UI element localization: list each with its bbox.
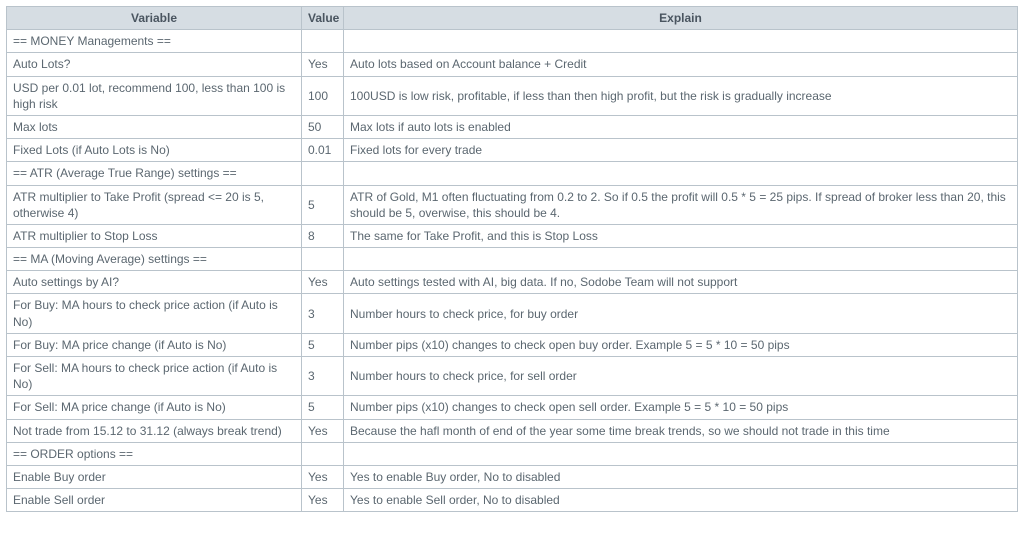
cell-value: Yes (302, 271, 344, 294)
cell-variable: Auto settings by AI? (7, 271, 302, 294)
cell-variable: Auto Lots? (7, 53, 302, 76)
cell-variable: == ATR (Average True Range) settings == (7, 162, 302, 185)
table-row: USD per 0.01 lot, recommend 100, less th… (7, 76, 1018, 115)
cell-value (302, 248, 344, 271)
table-row: Enable Buy orderYesYes to enable Buy ord… (7, 465, 1018, 488)
table-row: For Sell: MA hours to check price action… (7, 357, 1018, 396)
cell-explain (344, 442, 1018, 465)
cell-variable: Max lots (7, 115, 302, 138)
cell-variable: Not trade from 15.12 to 31.12 (always br… (7, 419, 302, 442)
cell-value: 5 (302, 185, 344, 224)
table-row: Auto Lots?YesAuto lots based on Account … (7, 53, 1018, 76)
cell-explain: Yes to enable Sell order, No to disabled (344, 489, 1018, 512)
table-row: ATR multiplier to Take Profit (spread <=… (7, 185, 1018, 224)
table-row: == ORDER options == (7, 442, 1018, 465)
cell-value: 3 (302, 294, 344, 333)
cell-explain: Number hours to check price, for buy ord… (344, 294, 1018, 333)
cell-variable: For Sell: MA hours to check price action… (7, 357, 302, 396)
cell-explain: Number hours to check price, for sell or… (344, 357, 1018, 396)
cell-explain: Max lots if auto lots is enabled (344, 115, 1018, 138)
cell-value: Yes (302, 419, 344, 442)
cell-explain: Because the hafl month of end of the yea… (344, 419, 1018, 442)
cell-explain (344, 162, 1018, 185)
table-row: == MONEY Managements == (7, 30, 1018, 53)
cell-value: 5 (302, 333, 344, 356)
cell-variable: For Buy: MA price change (if Auto is No) (7, 333, 302, 356)
cell-value (302, 162, 344, 185)
cell-variable: For Sell: MA price change (if Auto is No… (7, 396, 302, 419)
cell-variable: For Buy: MA hours to check price action … (7, 294, 302, 333)
settings-table: Variable Value Explain == MONEY Manageme… (6, 6, 1018, 512)
cell-value: Yes (302, 489, 344, 512)
table-row: == MA (Moving Average) settings == (7, 248, 1018, 271)
cell-explain (344, 30, 1018, 53)
table-row: Enable Sell orderYesYes to enable Sell o… (7, 489, 1018, 512)
cell-variable: USD per 0.01 lot, recommend 100, less th… (7, 76, 302, 115)
cell-value: 100 (302, 76, 344, 115)
col-header-explain: Explain (344, 7, 1018, 30)
table-row: Fixed Lots (if Auto Lots is No)0.01Fixed… (7, 139, 1018, 162)
cell-variable: Enable Sell order (7, 489, 302, 512)
cell-variable: == MONEY Managements == (7, 30, 302, 53)
cell-value (302, 442, 344, 465)
table-row: For Buy: MA price change (if Auto is No)… (7, 333, 1018, 356)
cell-explain (344, 248, 1018, 271)
cell-explain: Number pips (x10) changes to check open … (344, 333, 1018, 356)
cell-variable: Fixed Lots (if Auto Lots is No) (7, 139, 302, 162)
cell-value: Yes (302, 465, 344, 488)
cell-value: 5 (302, 396, 344, 419)
table-row: Not trade from 15.12 to 31.12 (always br… (7, 419, 1018, 442)
table-row: Max lots50Max lots if auto lots is enabl… (7, 115, 1018, 138)
cell-variable: ATR multiplier to Stop Loss (7, 224, 302, 247)
table-header-row: Variable Value Explain (7, 7, 1018, 30)
cell-variable: Enable Buy order (7, 465, 302, 488)
cell-explain: ATR of Gold, M1 often fluctuating from 0… (344, 185, 1018, 224)
cell-variable: ATR multiplier to Take Profit (spread <=… (7, 185, 302, 224)
col-header-variable: Variable (7, 7, 302, 30)
cell-explain: Auto settings tested with AI, big data. … (344, 271, 1018, 294)
table-row: Auto settings by AI?YesAuto settings tes… (7, 271, 1018, 294)
col-header-value: Value (302, 7, 344, 30)
cell-value: 0.01 (302, 139, 344, 162)
table-row: ATR multiplier to Stop Loss8The same for… (7, 224, 1018, 247)
table-row: For Sell: MA price change (if Auto is No… (7, 396, 1018, 419)
cell-value: Yes (302, 53, 344, 76)
cell-explain: Fixed lots for every trade (344, 139, 1018, 162)
cell-value: 50 (302, 115, 344, 138)
cell-explain: Auto lots based on Account balance + Cre… (344, 53, 1018, 76)
cell-explain: Number pips (x10) changes to check open … (344, 396, 1018, 419)
cell-explain: The same for Take Profit, and this is St… (344, 224, 1018, 247)
cell-variable: == ORDER options == (7, 442, 302, 465)
cell-explain: 100USD is low risk, profitable, if less … (344, 76, 1018, 115)
cell-explain: Yes to enable Buy order, No to disabled (344, 465, 1018, 488)
cell-value: 3 (302, 357, 344, 396)
cell-value (302, 30, 344, 53)
table-row: For Buy: MA hours to check price action … (7, 294, 1018, 333)
cell-variable: == MA (Moving Average) settings == (7, 248, 302, 271)
table-row: == ATR (Average True Range) settings == (7, 162, 1018, 185)
cell-value: 8 (302, 224, 344, 247)
